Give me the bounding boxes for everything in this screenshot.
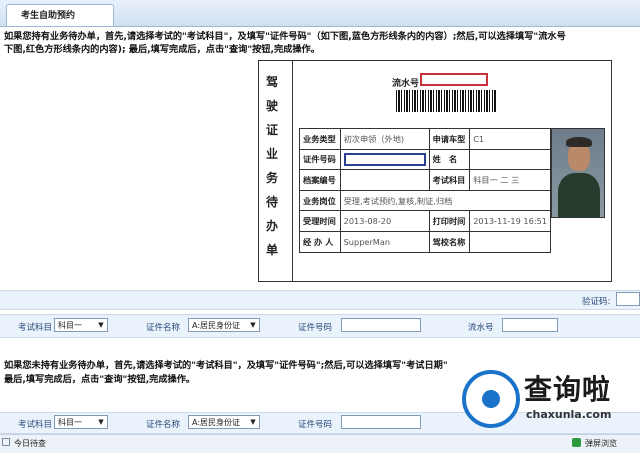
- info-label-cell: 姓 名: [428, 148, 471, 171]
- info-value-cell: 科目一 二 三: [469, 169, 551, 191]
- info-label-cell: 档案编号: [299, 169, 341, 191]
- watermark-text: 查询啦: [524, 373, 612, 406]
- info-value-cell: 受理,考试预约,复核,制证,归档: [339, 189, 552, 212]
- form1-cert-name-label: 证件名称: [146, 323, 181, 333]
- watermark-logo-dot: [482, 390, 500, 408]
- chevron-down-icon: ▼: [98, 418, 104, 426]
- info-label-cell: 证件号码: [299, 148, 341, 171]
- info-label-cell: 经 办 人: [299, 230, 341, 253]
- captcha-label: 验证码:: [582, 297, 611, 307]
- info-value-cell: [339, 169, 430, 191]
- screen-icon: [572, 438, 581, 447]
- info-label-cell: 业务岗位: [299, 189, 341, 212]
- vertical-title-char: 务: [265, 171, 278, 185]
- info-value-cell: [469, 148, 551, 171]
- form2-cert-no-label: 证件号码: [298, 420, 333, 430]
- watermark-domain: chaxunla.com: [526, 408, 612, 421]
- captcha-band: [0, 290, 640, 310]
- form1-cert-no-label: 证件号码: [298, 323, 333, 333]
- instruction-mid-line-2: 最后,填写完成后，点击"查询"按钮,完成操作。: [4, 374, 196, 385]
- status-bar: 今日待查 弹屏浏览: [0, 434, 640, 453]
- info-value-cell: [339, 148, 430, 171]
- form1-cert-name-select[interactable]: A:居民身份证 ▼: [188, 318, 260, 332]
- vertical-title-char: 证: [265, 123, 278, 137]
- serial-number-highlight: [420, 73, 488, 86]
- table-row: 证件号码 姓 名: [299, 148, 551, 171]
- status-right-button[interactable]: 弹屏浏览: [585, 438, 617, 449]
- info-label-cell: 考试科目: [428, 169, 471, 191]
- form2-cert-name-label: 证件名称: [146, 420, 181, 430]
- vertical-title-char: 驶: [265, 99, 278, 113]
- photo-hair: [566, 137, 592, 147]
- barcode: [396, 90, 496, 112]
- form1-subject-label: 考试科目: [18, 323, 53, 333]
- info-label-cell: 驾校名称: [428, 230, 471, 253]
- table-row: 业务岗位 受理,考试预约,复核,制证,归档: [299, 189, 552, 212]
- form2-subject-label: 考试科目: [18, 420, 53, 430]
- form2-cert-name-select[interactable]: A:居民身份证 ▼: [188, 415, 260, 429]
- form1-subject-select[interactable]: 科目一 ▼: [54, 318, 108, 332]
- info-label-cell: 申请车型: [428, 128, 471, 150]
- vertical-title-char: 单: [265, 243, 278, 257]
- photo-shirt: [558, 173, 600, 217]
- chevron-down-icon: ▼: [250, 418, 256, 426]
- vertical-title-char: 驾: [265, 75, 278, 89]
- chevron-down-icon: ▼: [250, 321, 256, 329]
- info-label-cell: 受理时间: [299, 210, 341, 232]
- instruction-line-2: 下图,红色方形线条内的内容); 最后,填写完成后，点击"查询"按钮,完成操作。: [4, 44, 320, 55]
- form2-subject-select[interactable]: 科目一 ▼: [54, 415, 108, 429]
- info-label-cell: 打印时间: [428, 210, 471, 232]
- form1-serial-input[interactable]: [502, 318, 558, 332]
- info-value-cell: [469, 230, 551, 253]
- table-row: 档案编号 考试科目 科目一 二 三: [299, 169, 551, 191]
- captcha-input[interactable]: [616, 292, 640, 306]
- table-row: 经 办 人 SupperMan 驾校名称: [299, 230, 551, 253]
- tab-self-booking[interactable]: 考生自助预约: [6, 4, 114, 26]
- form1-serial-label: 流水号: [468, 323, 494, 333]
- info-value-cell: 2013-11-19 16:51: [469, 210, 551, 232]
- vertical-title-char: 待: [265, 195, 278, 209]
- table-row: 业务类型 初次申领（外地) 申请车型 C1: [299, 128, 551, 150]
- vertical-title-char: 业: [265, 147, 278, 161]
- page-icon: [2, 438, 10, 446]
- info-value-cell: 初次申领（外地): [339, 128, 430, 150]
- form2-cert-no-input[interactable]: [341, 415, 421, 429]
- info-value-cell: 2013-08-20: [339, 210, 430, 232]
- instruction-mid-line-1: 如果您未持有业务待办单，首先,请选择考试的"考试科目"，及填写"证件号码";然后…: [4, 360, 448, 371]
- table-row: 受理时间 2013-08-20 打印时间 2013-11-19 16:51: [299, 210, 551, 232]
- info-label-cell: 业务类型: [299, 128, 341, 150]
- card-divider: [292, 60, 293, 282]
- instruction-line-1: 如果您持有业务待办单，首先,请选择考试的"考试科目"，及填写"证件号码"（如下图…: [4, 31, 566, 42]
- certificate-info-table: 业务类型 初次申领（外地) 申请车型 C1 证件号码姓 名档案编号 考试科目 科目一 二 三…: [299, 128, 552, 253]
- form1-cert-no-input[interactable]: [341, 318, 421, 332]
- applicant-photo: [551, 128, 605, 218]
- vertical-title: 驾驶证业务待办单: [262, 70, 282, 262]
- id-number-highlight: [343, 152, 426, 166]
- chevron-down-icon: ▼: [98, 321, 104, 329]
- serial-number-label: 流水号: [392, 79, 420, 89]
- info-value-cell: C1: [469, 128, 551, 150]
- status-left-text: 今日待查: [14, 439, 46, 448]
- info-value-cell: SupperMan: [339, 230, 430, 253]
- vertical-title-char: 办: [265, 219, 278, 233]
